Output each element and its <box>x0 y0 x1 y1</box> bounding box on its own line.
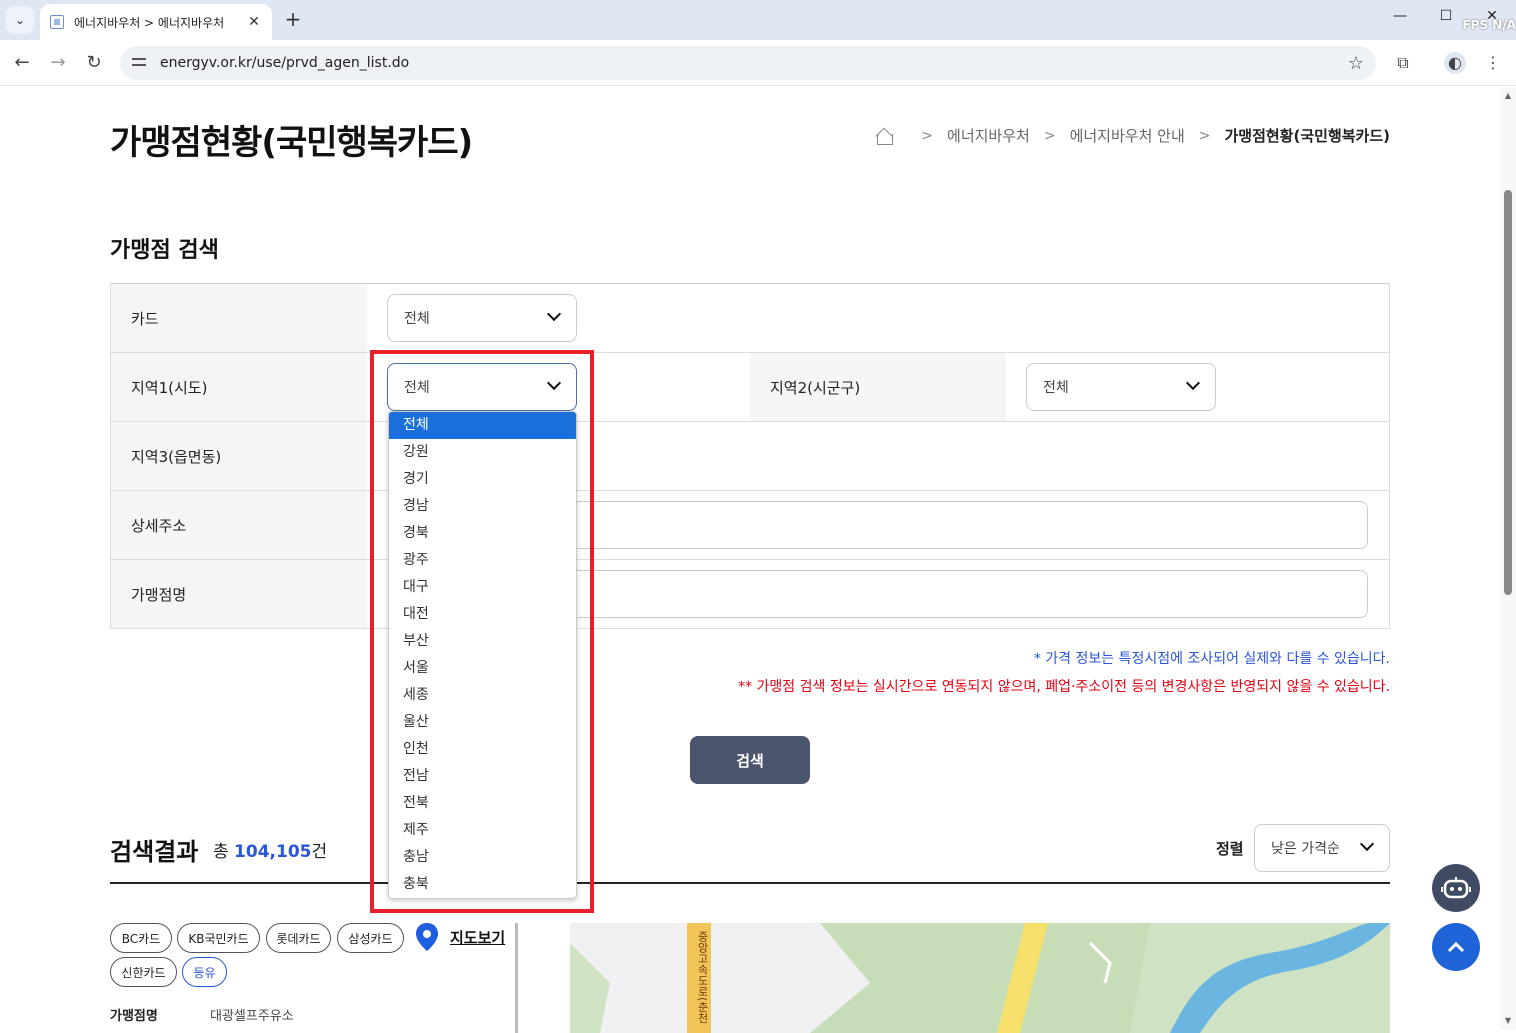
chip-bc-card[interactable]: BC카드 <box>110 923 172 953</box>
breadcrumb-item[interactable]: 에너지바우처 <box>947 125 1030 146</box>
price-note: * 가격 정보는 특정시점에 조사되어 실제와 다를 수 있습니다. <box>1033 651 1390 667</box>
map-road-label: 중앙고속도로(춘천 <box>696 931 709 1024</box>
scroll-down-arrow-icon[interactable]: ▼ <box>1503 1016 1513 1025</box>
highlight-annotation-box <box>370 350 594 913</box>
map-pin-icon <box>416 923 438 951</box>
sort-label: 정렬 <box>1216 840 1244 858</box>
tab-title: 에너지바우처 > 에너지바우처 <box>74 15 225 30</box>
region2-label: 지역2(시군구) <box>750 353 1006 421</box>
region3-label: 지역3(읍면동) <box>110 422 367 490</box>
results-count: 총 104,105건 <box>213 837 327 862</box>
browser-tab[interactable]: 에너지바우처 > 에너지바우처 ✕ <box>40 4 272 40</box>
robot-icon <box>1441 877 1471 899</box>
tab-search-button[interactable]: ⌄ <box>6 6 34 34</box>
browser-tabbar: ⌄ 에너지바우처 > 에너지바우처 ✕ + — ☐ ✕ FPS N/A <box>0 0 1516 40</box>
search-button[interactable]: 검색 <box>690 736 810 784</box>
chevron-up-icon <box>1447 941 1465 953</box>
extensions-icon[interactable]: ⧉ <box>1392 52 1414 74</box>
card-label: 카드 <box>110 284 367 352</box>
results-count-prefix: 총 <box>213 842 235 862</box>
chevron-right-icon: > <box>1043 127 1056 144</box>
home-icon[interactable] <box>875 128 894 145</box>
close-icon[interactable]: ✕ <box>246 14 262 30</box>
results-count-number: 104,105 <box>234 842 312 862</box>
reload-icon[interactable]: ↻ <box>82 51 106 75</box>
chevron-right-icon: > <box>921 127 934 144</box>
chatbot-button[interactable] <box>1432 864 1480 912</box>
browser-toolbar: ← → ↻ energyv.or.kr/use/prvd_agen_list.d… <box>0 40 1516 86</box>
card-row: 카드 전체 <box>110 284 1390 353</box>
sort-select[interactable]: 낮은 가격순 <box>1254 824 1390 872</box>
address-row: 상세주소 <box>110 491 1390 560</box>
region2-select-value: 전체 <box>1043 380 1069 396</box>
results-count-suffix: 건 <box>311 842 328 862</box>
region3-row: 지역3(읍면동) <box>110 422 1390 491</box>
profile-avatar[interactable]: ◐ <box>1444 52 1466 74</box>
chip-lotte-card[interactable]: 롯데카드 <box>266 923 331 953</box>
bookmark-star-icon[interactable]: ☆ <box>1348 53 1364 74</box>
region1-label: 지역1(시도) <box>110 353 367 421</box>
back-icon[interactable]: ← <box>10 51 34 75</box>
address-label: 상세주소 <box>110 491 367 559</box>
new-tab-button[interactable]: + <box>282 8 304 30</box>
breadcrumb: > 에너지바우처 > 에너지바우처 안내 > 가맹점현황(국민행복카드) <box>875 125 1390 146</box>
url-text[interactable]: energyv.or.kr/use/prvd_agen_list.do <box>160 55 1348 71</box>
store-info-value: 대광셀프주유소 <box>210 1009 294 1024</box>
results-title: 검색결과 <box>110 838 199 866</box>
chip-samsung-card[interactable]: 삼성카드 <box>337 923 404 953</box>
menu-kebab-icon[interactable]: ⋮ <box>1482 52 1504 74</box>
store-name-row: 가맹점명 <box>110 560 1390 629</box>
realtime-note: ** 가맹점 검색 정보는 실시간으로 연동되지 않으며, 폐업·주소이전 등의… <box>738 679 1390 695</box>
card-select-value: 전체 <box>404 311 430 327</box>
store-name-label: 가맹점명 <box>110 560 367 628</box>
sort-select-value: 낮은 가격순 <box>1271 841 1340 857</box>
region2-select[interactable]: 전체 <box>1026 363 1216 411</box>
map-view-link[interactable]: 지도보기 <box>450 927 505 948</box>
card-select[interactable]: 전체 <box>387 294 577 342</box>
search-section-title: 가맹점 검색 <box>110 238 219 263</box>
chip-shinhan-card[interactable]: 신한카드 <box>110 957 177 987</box>
map-view[interactable]: 중앙고속도로(춘천 <box>570 923 1390 1033</box>
breadcrumb-current: 가맹점현황(국민행복카드) <box>1224 127 1390 145</box>
chevron-right-icon: > <box>1198 127 1211 144</box>
list-scrollbar[interactable] <box>515 923 518 1033</box>
site-settings-icon[interactable] <box>132 56 150 70</box>
results-divider <box>110 882 1390 884</box>
scrollbar-thumb[interactable] <box>1504 190 1512 595</box>
fps-counter: FPS N/A <box>1462 18 1516 32</box>
scroll-up-arrow-icon[interactable]: ▲ <box>1503 91 1513 100</box>
chevron-down-icon <box>548 310 560 322</box>
page-title: 가맹점현황(국민행복카드) <box>110 123 473 163</box>
chip-kb-card[interactable]: KB국민카드 <box>177 923 260 953</box>
address-bar[interactable]: energyv.or.kr/use/prvd_agen_list.do ☆ <box>120 46 1376 80</box>
page-scrollbar[interactable]: ▲ ▼ <box>1500 87 1516 1030</box>
region1-row: 지역1(시도) 전체 지역2(시군구) 전체 <box>110 353 1390 422</box>
breadcrumb-item[interactable]: 에너지바우처 안내 <box>1070 125 1185 146</box>
chip-kerosene[interactable]: 등유 <box>182 957 227 987</box>
forward-icon[interactable]: → <box>46 51 70 75</box>
chevron-down-icon <box>1361 840 1373 852</box>
store-info-label: 가맹점명 <box>110 1009 158 1024</box>
favicon-icon <box>50 15 64 29</box>
page-content: 가맹점현황(국민행복카드) > 에너지바우처 > 에너지바우처 안내 > 가맹점… <box>0 87 1500 1033</box>
minimize-icon[interactable]: — <box>1390 8 1410 24</box>
chevron-down-icon <box>1187 379 1199 391</box>
chevron-down-icon: ⌄ <box>14 13 26 27</box>
scroll-top-button[interactable] <box>1432 923 1480 971</box>
maximize-icon[interactable]: ☐ <box>1436 8 1456 24</box>
search-form: 카드 전체 지역1(시도) 전체 지역2(시군구) 전체 지역3(읍면동) 상세… <box>110 283 1390 629</box>
